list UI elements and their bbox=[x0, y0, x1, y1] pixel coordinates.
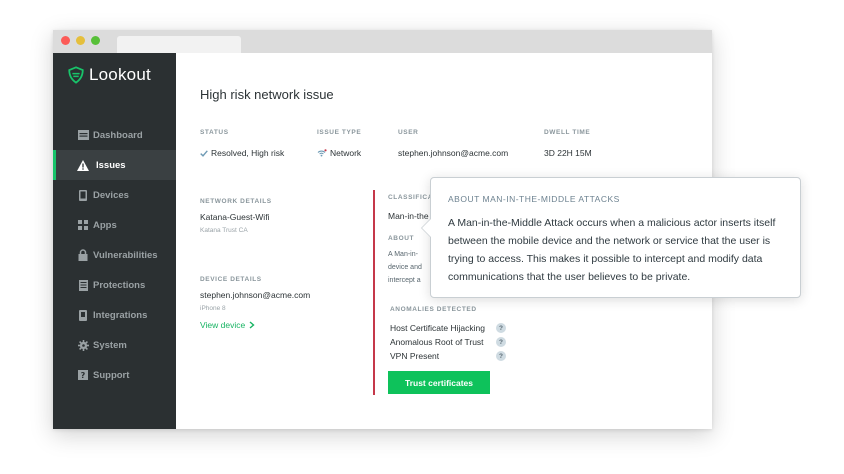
about-line: A Man-in- bbox=[388, 251, 418, 258]
sidebar-item-label: Devices bbox=[93, 189, 129, 201]
issue-type-value: Network bbox=[317, 148, 361, 158]
svg-text:?: ? bbox=[81, 371, 86, 380]
gear-icon bbox=[77, 339, 89, 351]
sidebar-item-label: Protections bbox=[93, 279, 146, 291]
check-icon bbox=[200, 149, 208, 157]
sidebar-item-integrations[interactable]: Integrations bbox=[53, 300, 176, 330]
popover-title: ABOUT MAN-IN-THE-MIDDLE ATTACKS bbox=[448, 194, 620, 204]
about-line: device and bbox=[388, 264, 422, 271]
network-details-label: NETWORK DETAILS bbox=[200, 198, 272, 205]
network-ca: Katana Trust CA bbox=[200, 227, 248, 234]
sidebar-item-label: Issues bbox=[96, 159, 126, 171]
sidebar: Lookout Dashboard Issues Devices Apps Vu… bbox=[53, 53, 176, 429]
device-model: iPhone 8 bbox=[200, 305, 226, 312]
dwell-time-value: 3D 22H 15M bbox=[544, 148, 592, 158]
risk-indicator-line bbox=[373, 190, 375, 395]
anomaly-item: VPN Present bbox=[390, 351, 440, 361]
sidebar-item-label: Vulnerabilities bbox=[93, 249, 158, 261]
help-badge[interactable]: ? bbox=[496, 337, 506, 347]
sidebar-item-label: Integrations bbox=[93, 309, 148, 321]
user-value: stephen.johnson@acme.com bbox=[398, 148, 509, 158]
lock-icon bbox=[77, 249, 89, 261]
sidebar-item-apps[interactable]: Apps bbox=[53, 210, 176, 240]
status-label: STATUS bbox=[200, 129, 229, 136]
classification-label: CLASSIFICA bbox=[388, 194, 433, 201]
brand-name: Lookout bbox=[89, 65, 151, 84]
device-details-label: DEVICE DETAILS bbox=[200, 276, 262, 283]
sidebar-item-support[interactable]: ? Support bbox=[53, 360, 176, 390]
about-label: ABOUT bbox=[388, 235, 415, 242]
sidebar-item-label: System bbox=[93, 339, 127, 351]
help-badge[interactable]: ? bbox=[496, 323, 506, 333]
page-title: High risk network issue bbox=[200, 87, 334, 102]
sidebar-item-dashboard[interactable]: Dashboard bbox=[53, 120, 176, 150]
help-badge[interactable]: ? bbox=[496, 351, 506, 361]
wifi-icon bbox=[317, 149, 327, 157]
about-line: intercept a bbox=[388, 277, 421, 284]
sidebar-item-devices[interactable]: Devices bbox=[53, 180, 176, 210]
anomaly-item: Anomalous Root of Trust bbox=[390, 337, 484, 347]
trust-certificates-button[interactable]: Trust certificates bbox=[388, 371, 490, 394]
maximize-window-dot[interactable] bbox=[91, 36, 100, 45]
question-icon: ? bbox=[77, 369, 89, 381]
popover-body: A Man-in-the-Middle Attack occurs when a… bbox=[448, 217, 776, 283]
apps-grid-icon bbox=[77, 219, 89, 231]
anomaly-item: Host Certificate Hijacking bbox=[390, 323, 485, 333]
minimize-window-dot[interactable] bbox=[76, 36, 85, 45]
view-device-link[interactable]: View device bbox=[200, 320, 255, 330]
shield-icon bbox=[68, 66, 84, 84]
popover-arrow-inner bbox=[422, 219, 431, 237]
mitm-info-popover: ABOUT MAN-IN-THE-MIDDLE ATTACKS A Man-in… bbox=[421, 177, 801, 298]
status-text: Resolved, High risk bbox=[211, 148, 285, 158]
document-icon bbox=[77, 279, 89, 291]
close-window-dot[interactable] bbox=[61, 36, 70, 45]
browser-tab[interactable] bbox=[117, 36, 241, 53]
sidebar-item-label: Dashboard bbox=[93, 129, 143, 141]
browser-chrome bbox=[53, 30, 712, 53]
sidebar-item-label: Support bbox=[93, 369, 130, 381]
issue-type-label: ISSUE TYPE bbox=[317, 129, 362, 136]
network-name: Katana-Guest-Wifi bbox=[200, 212, 270, 222]
dashboard-icon bbox=[77, 129, 89, 141]
anomalies-label: ANOMALIES DETECTED bbox=[390, 306, 477, 313]
sidebar-item-label: Apps bbox=[93, 219, 117, 231]
view-device-label: View device bbox=[200, 320, 246, 330]
plug-icon bbox=[77, 309, 89, 321]
status-value: Resolved, High risk bbox=[200, 148, 284, 158]
sidebar-item-system[interactable]: System bbox=[53, 330, 176, 360]
phone-icon bbox=[77, 189, 89, 201]
sidebar-item-protections[interactable]: Protections bbox=[53, 270, 176, 300]
chevron-right-icon bbox=[249, 321, 255, 329]
sidebar-item-vulnerabilities[interactable]: Vulnerabilities bbox=[53, 240, 176, 270]
brand-logo[interactable]: Lookout bbox=[67, 65, 151, 85]
device-email: stephen.johnson@acme.com bbox=[200, 290, 311, 300]
user-label: USER bbox=[398, 129, 419, 136]
sidebar-item-issues[interactable]: Issues bbox=[53, 150, 176, 180]
issue-type-text: Network bbox=[330, 148, 362, 158]
warning-icon bbox=[77, 159, 89, 171]
dwell-time-label: DWELL TIME bbox=[544, 129, 591, 136]
